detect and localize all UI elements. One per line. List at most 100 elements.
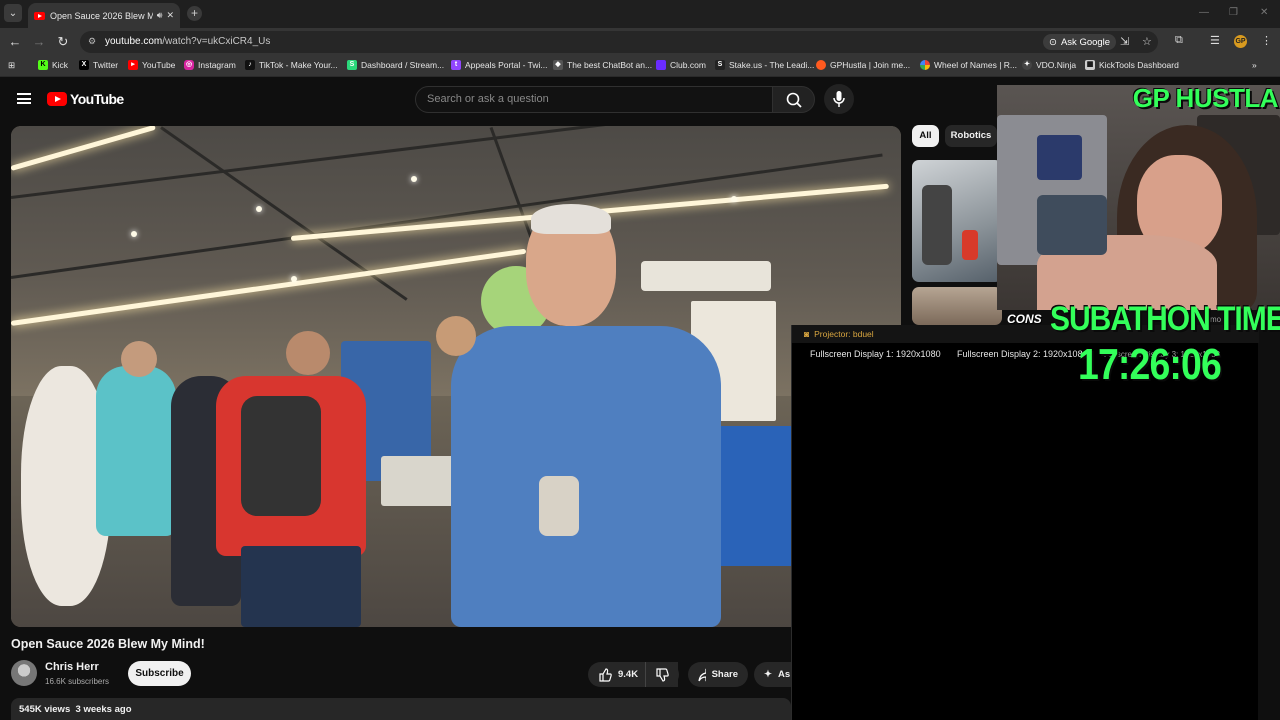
channel-name[interactable]: Chris Herr [45,661,99,673]
browser-tab-active[interactable]: Open Sauce 2026 Blew My M 🔊︎ ✕ [28,3,180,28]
microphone-icon [833,91,845,107]
bookmark-tiktok[interactable]: ♪ TikTok - Make Your... [245,60,338,70]
more-menu-icon[interactable]: ⋮ [1261,34,1272,47]
restore-icon[interactable]: ❐ [1229,7,1238,18]
video-title: Open Sauce 2026 Blew My Mind! [11,637,205,651]
bookmark-chatbot[interactable]: ◆ The best ChatBot an... [553,60,652,70]
apps-grid-icon[interactable]: ⊞ [8,60,15,71]
youtube-favicon-icon [34,11,45,20]
bookmark-youtube[interactable]: ▸ YouTube [128,60,175,70]
share-button[interactable]: Share [688,662,748,687]
stake-icon: S [715,60,725,70]
more-bookmarks-icon[interactable]: » [1252,60,1257,70]
youtube-logo[interactable]: YouTube [47,91,124,107]
presenter-blue-shirt [451,326,721,627]
recommended-thumbnail[interactable] [912,160,1002,282]
search-button[interactable] [772,86,815,113]
site-info-icon[interactable]: ⚙ [88,36,100,48]
tiktok-icon: ♪ [245,60,255,70]
ask-google-button[interactable]: ⊙ Ask Google [1043,34,1117,50]
menu-item-display-2[interactable]: Fullscreen Display 2: 1920x108 [957,349,1083,359]
speaker-icon[interactable]: 🔊︎ [157,10,163,21]
bookmark-wheel-of-names[interactable]: Wheel of Names | R... [920,60,1017,70]
search-input[interactable]: Search or ask a question [415,86,773,113]
install-app-icon[interactable]: ⇲ [1120,35,1129,48]
streamer-webcam: GP HUSTLA [997,85,1280,310]
reload-icon[interactable]: ↻ [55,34,71,50]
view-count: 545K views [19,704,71,715]
close-window-icon[interactable]: ✕ [1260,7,1268,18]
tab-title: Open Sauce 2026 Blew My M [50,10,153,21]
bookmark-gphustla[interactable]: GPHustla | Join me... [816,60,910,70]
backpack [241,396,321,516]
webcam-flag [1037,135,1082,180]
bookmark-streamelements[interactable]: S Dashboard / Stream... [347,60,444,70]
subscribe-button[interactable]: Subscribe [128,661,191,686]
forward-icon[interactable]: → [31,34,47,49]
close-tab-icon[interactable]: ✕ [166,10,174,21]
chip-all[interactable]: All [912,125,939,147]
profile-avatar[interactable]: GP [1234,35,1247,48]
club-icon [656,60,666,70]
person-head [436,316,476,356]
browser-tab-strip: ⌄ Open Sauce 2026 Blew My M 🔊︎ ✕ + — ❐ ✕ [0,0,1280,28]
person-head [121,341,157,377]
search-icon [786,92,802,108]
jeans [241,546,361,627]
x-icon: X [79,60,89,70]
kicktools-icon: ▦ [1085,60,1095,70]
kick-icon: K [38,60,48,70]
thumbnail-robot [962,230,978,260]
reading-list-icon[interactable]: ☰ [1210,34,1220,47]
bookmark-stake[interactable]: S Stake.us - The Leadi... [715,60,814,70]
person-teal-hoodie [96,366,176,536]
upload-date: 3 weeks ago [75,704,132,715]
extensions-icon[interactable]: ⧉ [1175,34,1183,47]
projector-icon: ◙ [804,329,810,339]
streamelements-icon: S [347,60,357,70]
ceiling-light [731,196,737,202]
bookmark-star-icon[interactable]: ☆ [1142,35,1152,48]
instagram-icon: ◎ [184,60,194,70]
bookmark-kicktools[interactable]: ▦ KickTools Dashboard [1085,60,1179,70]
chatbot-icon: ◆ [553,60,563,70]
thumbnail-overlay-text: CONS [1007,312,1042,326]
address-bar[interactable]: ⚙ youtube.com/watch?v=ukCxiCR4_Us ⊙ Ask … [80,31,1158,53]
bookmark-vdo-ninja[interactable]: ✦ VDO.Ninja [1022,60,1076,70]
tab-search-icon[interactable]: ⌄ [4,4,22,22]
channel-avatar[interactable] [11,660,37,686]
gphustla-icon [816,60,826,70]
bookmark-twitch-appeals[interactable]: t Appeals Portal - Twi... [451,60,548,70]
share-icon [698,668,706,681]
bookmark-kick[interactable]: K Kick [38,60,68,70]
voice-search-button[interactable] [824,84,854,114]
bookmark-twitter[interactable]: X Twitter [79,60,118,70]
twitch-icon: t [451,60,461,70]
minimize-icon[interactable]: — [1199,7,1209,18]
bookmark-club[interactable]: Club.com [656,60,706,70]
ceiling-light [411,176,417,182]
subathon-timer-label: SUBATHON TIMER [1050,300,1280,338]
channel-subscriber-count: 16.6K subscribers [45,677,110,686]
booth-sign [641,261,771,291]
google-lens-icon: ⊙ [1049,36,1057,48]
url-text[interactable]: youtube.com/watch?v=ukCxiCR4_Us [105,36,270,47]
dislike-button[interactable] [645,662,679,687]
ceiling-light [256,206,262,212]
webcam-shirt-art [1037,195,1107,255]
new-tab-button[interactable]: + [187,6,202,21]
youtube-logo-icon [47,92,67,106]
person-head [286,331,330,375]
recommended-thumbnail[interactable] [912,287,1002,325]
ask-button[interactable]: ✦ As [754,662,791,687]
bookmark-instagram[interactable]: ◎ Instagram [184,60,236,70]
lanyard-badge [539,476,579,536]
ceiling-light [291,276,297,282]
bookmarks-bar: ⊞ K Kick X Twitter ▸ YouTube ◎ Instagram ♪ Ti… [0,56,1280,77]
menu-icon[interactable] [17,93,31,104]
menu-item-display-1[interactable]: Fullscreen Display 1: 1920x1080 [810,349,941,359]
video-player[interactable] [11,126,901,627]
back-icon[interactable]: ← [7,34,23,49]
video-description-box[interactable]: 545K views 3 weeks ago [11,698,791,720]
chip-robotics[interactable]: Robotics [945,125,997,147]
